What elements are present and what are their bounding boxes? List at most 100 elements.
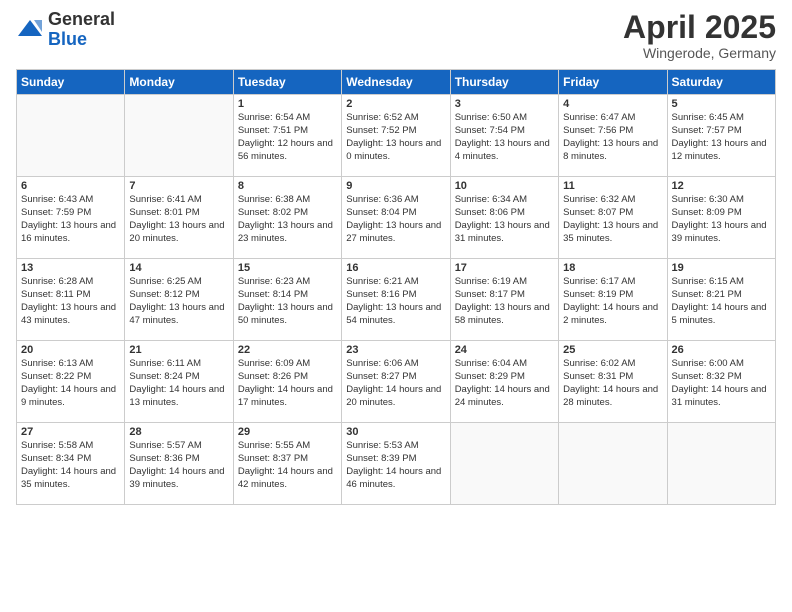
header-cell-thursday: Thursday [450, 70, 558, 95]
day-detail: Sunrise: 6:54 AM Sunset: 7:51 PM Dayligh… [238, 112, 337, 163]
day-detail: Sunrise: 6:34 AM Sunset: 8:06 PM Dayligh… [455, 194, 554, 245]
day-detail: Sunrise: 6:43 AM Sunset: 7:59 PM Dayligh… [21, 194, 120, 245]
day-cell: 1Sunrise: 6:54 AM Sunset: 7:51 PM Daylig… [233, 95, 341, 177]
day-number: 17 [455, 262, 554, 274]
day-number: 3 [455, 98, 554, 110]
logo-text: General Blue [48, 10, 115, 50]
logo-icon [16, 16, 44, 44]
day-detail: Sunrise: 6:52 AM Sunset: 7:52 PM Dayligh… [346, 112, 445, 163]
day-number: 27 [21, 426, 120, 438]
day-number: 2 [346, 98, 445, 110]
day-detail: Sunrise: 6:21 AM Sunset: 8:16 PM Dayligh… [346, 276, 445, 327]
header-cell-monday: Monday [125, 70, 233, 95]
day-detail: Sunrise: 5:53 AM Sunset: 8:39 PM Dayligh… [346, 440, 445, 491]
day-cell [667, 423, 775, 505]
calendar-table: SundayMondayTuesdayWednesdayThursdayFrid… [16, 69, 776, 505]
day-cell: 9 Sunrise: 6:36 AM Sunset: 8:04 PM Daylig… [342, 177, 450, 259]
day-number: 16 [346, 262, 445, 274]
day-detail: Sunrise: 6:41 AM Sunset: 8:01 PM Dayligh… [129, 194, 228, 245]
day-cell [559, 423, 667, 505]
week-row-0: 1Sunrise: 6:54 AM Sunset: 7:51 PM Daylig… [17, 95, 776, 177]
day-detail: Sunrise: 6:17 AM Sunset: 8:19 PM Dayligh… [563, 276, 662, 327]
day-cell: 27 Sunrise: 5:58 AM Sunset: 8:34 PM Dayli… [17, 423, 125, 505]
day-number: 5 [672, 98, 771, 110]
day-detail: Sunrise: 6:19 AM Sunset: 8:17 PM Dayligh… [455, 276, 554, 327]
day-cell: 28Sunrise: 5:57 AM Sunset: 8:36 PM Dayli… [125, 423, 233, 505]
day-cell [17, 95, 125, 177]
day-detail: Sunrise: 6:30 AM Sunset: 8:09 PM Dayligh… [672, 194, 771, 245]
calendar-body: 1Sunrise: 6:54 AM Sunset: 7:51 PM Daylig… [17, 95, 776, 505]
day-cell: 5 Sunrise: 6:45 AM Sunset: 7:57 PM Daylig… [667, 95, 775, 177]
day-cell: 25 Sunrise: 6:02 AM Sunset: 8:31 PM Dayli… [559, 341, 667, 423]
day-cell [125, 95, 233, 177]
month-title: April 2025 [623, 10, 776, 45]
location: Wingerode, Germany [623, 45, 776, 61]
day-cell: 12Sunrise: 6:30 AM Sunset: 8:09 PM Dayli… [667, 177, 775, 259]
header-row: SundayMondayTuesdayWednesdayThursdayFrid… [17, 70, 776, 95]
logo-general-text: General [48, 10, 115, 30]
day-cell: 19 Sunrise: 6:15 AM Sunset: 8:21 PM Dayli… [667, 259, 775, 341]
day-number: 15 [238, 262, 337, 274]
calendar-page: General Blue April 2025 Wingerode, Germa… [0, 0, 792, 612]
day-detail: Sunrise: 6:25 AM Sunset: 8:12 PM Dayligh… [129, 276, 228, 327]
day-number: 25 [563, 344, 662, 356]
day-number: 23 [346, 344, 445, 356]
day-cell: 17 Sunrise: 6:19 AM Sunset: 8:17 PM Dayli… [450, 259, 558, 341]
day-cell: 7 Sunrise: 6:41 AM Sunset: 8:01 PM Daylig… [125, 177, 233, 259]
day-number: 14 [129, 262, 228, 274]
day-detail: Sunrise: 6:23 AM Sunset: 8:14 PM Dayligh… [238, 276, 337, 327]
day-number: 26 [672, 344, 771, 356]
week-row-4: 27 Sunrise: 5:58 AM Sunset: 8:34 PM Dayli… [17, 423, 776, 505]
logo-blue-text: Blue [48, 30, 115, 50]
day-number: 20 [21, 344, 120, 356]
calendar-header: SundayMondayTuesdayWednesdayThursdayFrid… [17, 70, 776, 95]
day-detail: Sunrise: 6:11 AM Sunset: 8:24 PM Dayligh… [129, 358, 228, 409]
day-cell: 6 Sunrise: 6:43 AM Sunset: 7:59 PM Daylig… [17, 177, 125, 259]
day-number: 21 [129, 344, 228, 356]
day-number: 11 [563, 180, 662, 192]
header-cell-friday: Friday [559, 70, 667, 95]
day-number: 9 [346, 180, 445, 192]
day-number: 29 [238, 426, 337, 438]
day-cell: 20 Sunrise: 6:13 AM Sunset: 8:22 PM Dayli… [17, 341, 125, 423]
day-detail: Sunrise: 6:38 AM Sunset: 8:02 PM Dayligh… [238, 194, 337, 245]
day-detail: Sunrise: 6:15 AM Sunset: 8:21 PM Dayligh… [672, 276, 771, 327]
day-number: 6 [21, 180, 120, 192]
day-detail: Sunrise: 5:55 AM Sunset: 8:37 PM Dayligh… [238, 440, 337, 491]
day-number: 19 [672, 262, 771, 274]
day-detail: Sunrise: 6:32 AM Sunset: 8:07 PM Dayligh… [563, 194, 662, 245]
day-number: 22 [238, 344, 337, 356]
header-cell-tuesday: Tuesday [233, 70, 341, 95]
day-detail: Sunrise: 6:09 AM Sunset: 8:26 PM Dayligh… [238, 358, 337, 409]
logo: General Blue [16, 10, 115, 50]
day-number: 7 [129, 180, 228, 192]
day-cell: 3 Sunrise: 6:50 AM Sunset: 7:54 PM Daylig… [450, 95, 558, 177]
day-cell: 26Sunrise: 6:00 AM Sunset: 8:32 PM Dayli… [667, 341, 775, 423]
day-number: 18 [563, 262, 662, 274]
day-detail: Sunrise: 5:57 AM Sunset: 8:36 PM Dayligh… [129, 440, 228, 491]
day-detail: Sunrise: 5:58 AM Sunset: 8:34 PM Dayligh… [21, 440, 120, 491]
day-detail: Sunrise: 6:04 AM Sunset: 8:29 PM Dayligh… [455, 358, 554, 409]
day-cell: 24Sunrise: 6:04 AM Sunset: 8:29 PM Dayli… [450, 341, 558, 423]
day-cell: 30Sunrise: 5:53 AM Sunset: 8:39 PM Dayli… [342, 423, 450, 505]
day-cell: 15 Sunrise: 6:23 AM Sunset: 8:14 PM Dayli… [233, 259, 341, 341]
header: General Blue April 2025 Wingerode, Germa… [16, 10, 776, 61]
day-detail: Sunrise: 6:13 AM Sunset: 8:22 PM Dayligh… [21, 358, 120, 409]
title-area: April 2025 Wingerode, Germany [623, 10, 776, 61]
day-detail: Sunrise: 6:36 AM Sunset: 8:04 PM Dayligh… [346, 194, 445, 245]
header-cell-sunday: Sunday [17, 70, 125, 95]
day-number: 4 [563, 98, 662, 110]
day-cell [450, 423, 558, 505]
day-cell: 2 Sunrise: 6:52 AM Sunset: 7:52 PM Daylig… [342, 95, 450, 177]
week-row-3: 20 Sunrise: 6:13 AM Sunset: 8:22 PM Dayli… [17, 341, 776, 423]
header-cell-wednesday: Wednesday [342, 70, 450, 95]
day-detail: Sunrise: 6:45 AM Sunset: 7:57 PM Dayligh… [672, 112, 771, 163]
day-cell: 29 Sunrise: 5:55 AM Sunset: 8:37 PM Dayli… [233, 423, 341, 505]
day-detail: Sunrise: 6:47 AM Sunset: 7:56 PM Dayligh… [563, 112, 662, 163]
day-number: 8 [238, 180, 337, 192]
day-cell: 14 Sunrise: 6:25 AM Sunset: 8:12 PM Dayli… [125, 259, 233, 341]
day-detail: Sunrise: 6:50 AM Sunset: 7:54 PM Dayligh… [455, 112, 554, 163]
day-number: 13 [21, 262, 120, 274]
day-detail: Sunrise: 6:02 AM Sunset: 8:31 PM Dayligh… [563, 358, 662, 409]
day-cell: 16 Sunrise: 6:21 AM Sunset: 8:16 PM Dayli… [342, 259, 450, 341]
